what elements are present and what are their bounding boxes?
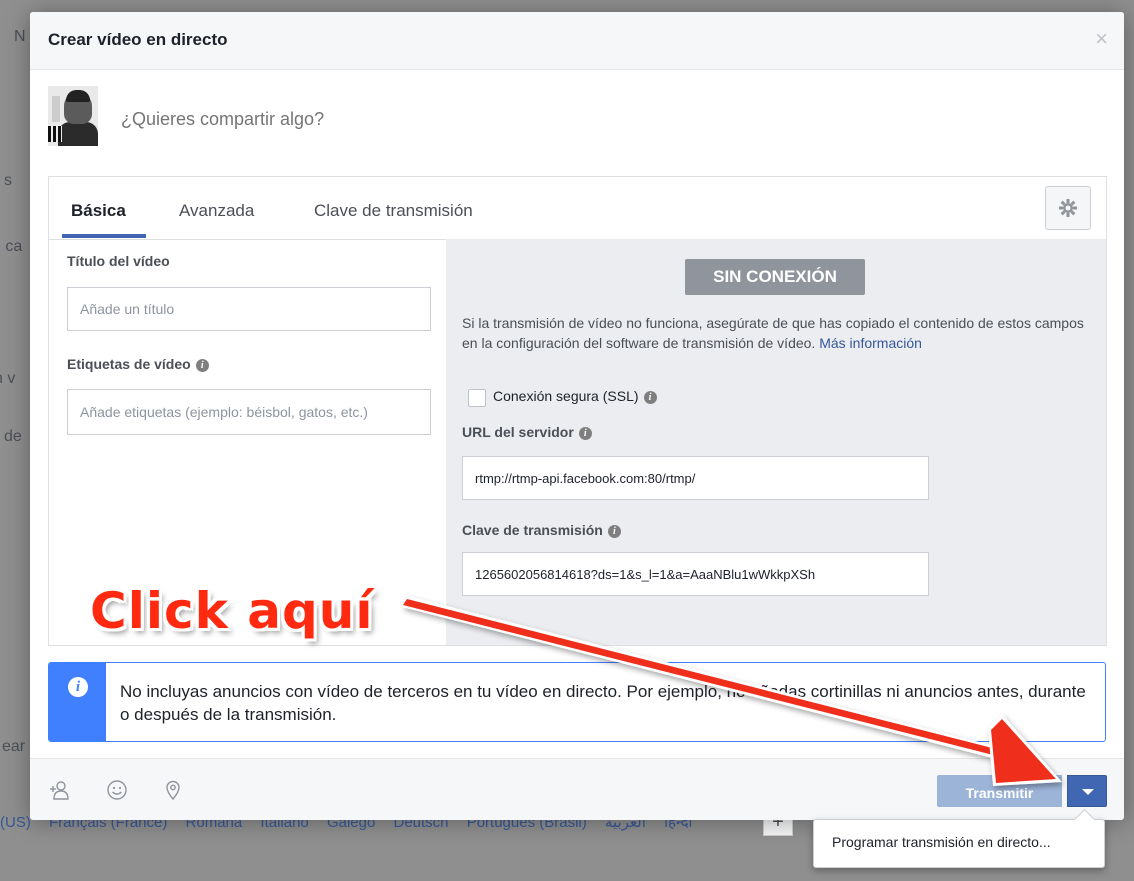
transmit-options-dropdown[interactable] [1067,775,1107,807]
settings-panel: Básica Avanzada Clave de transmisión Tít… [48,176,1107,646]
chevron-down-icon [1082,789,1094,795]
ssl-label: Conexión segura (SSL) [493,388,639,404]
emoji-icon[interactable] [106,779,128,801]
info-icon[interactable]: i [643,390,657,404]
bg-fragment: de [4,428,22,445]
info-icon[interactable]: i [195,358,209,372]
tab-advanced[interactable]: Avanzada [179,201,254,237]
stream-key-label: Clave de transmisión [462,522,603,538]
dialog-title: Crear vídeo en directo [48,30,228,49]
bg-fragment: e ca [0,238,23,255]
more-info-link[interactable]: Más información [819,335,922,351]
stream-key-field[interactable] [462,552,929,596]
tag-friends-icon[interactable] [48,779,70,801]
video-tags-label-row: Etiquetas de vídeo i [67,356,209,372]
tab-basic[interactable]: Básica [71,201,126,237]
bg-fragment: n v [0,370,16,387]
active-tab-indicator [62,234,146,238]
ssl-checkbox[interactable] [468,389,486,407]
video-tags-label: Etiquetas de vídeo [67,356,191,372]
bg-fragment: N [14,28,26,45]
location-icon[interactable] [162,779,184,801]
notice-icon-bar: i [49,663,106,741]
stream-key-label-row: Clave de transmisión i [462,522,621,538]
menu-item-schedule-live[interactable]: Programar transmisión en directo... [832,834,1051,850]
server-url-field[interactable] [462,456,929,500]
language-link[interactable]: (US) [0,814,31,831]
dialog-header: Crear vídeo en directo × [30,12,1124,70]
notice-text: No incluyas anuncios con vídeo de tercer… [120,682,1086,724]
help-text-block: Si la transmisión de vídeo no funciona, … [462,313,1098,353]
third-party-ads-notice: i No incluyas anuncios con vídeo de terc… [48,662,1106,742]
server-url-label: URL del servidor [462,424,574,440]
ssl-label-row: Conexión segura (SSL) i [493,388,657,404]
close-icon[interactable]: × [1095,28,1108,50]
server-url-label-row: URL del servidor i [462,424,592,440]
info-icon[interactable]: i [607,524,621,538]
video-title-label: Título del vídeo [67,253,170,269]
info-icon: i [68,677,88,697]
gear-icon [1059,199,1077,217]
transmit-options-menu: Programar transmisión en directo... [813,808,1105,868]
status-badge: SIN CONEXIÓN [685,259,865,295]
dialog-footer: Transmitir [30,758,1124,820]
tab-stream-key[interactable]: Clave de transmisión [314,201,473,237]
help-text: Si la transmisión de vídeo no funciona, … [462,315,1084,351]
video-tags-input[interactable] [67,389,431,435]
bg-fragment: ear [2,738,26,755]
composer [48,86,1108,166]
avatar [48,86,98,146]
tab-bar: Básica Avanzada Clave de transmisión [49,177,1106,240]
bg-fragment: s [4,172,12,189]
settings-button[interactable] [1045,186,1091,230]
transmit-button[interactable]: Transmitir [937,775,1062,807]
composer-input[interactable] [119,108,1023,131]
click-here-annotation: Click aquí [90,582,374,640]
info-icon[interactable]: i [578,426,592,440]
live-video-dialog: Crear vídeo en directo × Básica Avanzada… [30,12,1124,820]
video-title-input[interactable] [67,287,431,331]
stream-settings: SIN CONEXIÓN Si la transmisión de vídeo … [446,239,1106,645]
